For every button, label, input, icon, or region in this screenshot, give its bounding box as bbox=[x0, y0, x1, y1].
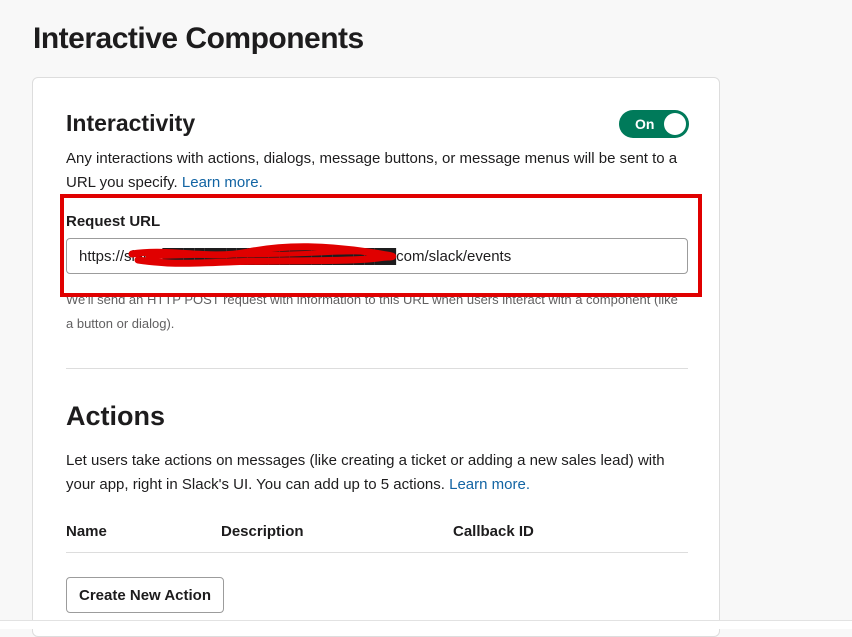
interactivity-description: Any interactions with actions, dialogs, … bbox=[66, 147, 686, 195]
toggle-knob bbox=[664, 113, 686, 135]
toggle-label: On bbox=[635, 116, 655, 132]
column-header-callback-id: Callback ID bbox=[453, 523, 534, 540]
actions-description-text: Let users take actions on messages (like… bbox=[66, 452, 665, 493]
request-url-label: Request URL bbox=[66, 213, 161, 230]
column-header-name: Name bbox=[66, 523, 107, 540]
interactivity-learn-more-link[interactable]: Learn more. bbox=[182, 174, 263, 191]
page-title: Interactive Components bbox=[33, 22, 364, 55]
actions-title: Actions bbox=[66, 401, 166, 431]
request-url-input[interactable] bbox=[66, 238, 688, 274]
interactivity-title: Interactivity bbox=[66, 110, 196, 136]
create-new-action-button[interactable]: Create New Action bbox=[66, 577, 224, 613]
interactivity-description-text: Any interactions with actions, dialogs, … bbox=[66, 150, 678, 191]
column-header-description: Description bbox=[221, 523, 304, 540]
section-divider bbox=[66, 368, 688, 369]
request-url-help: We'll send an HTTP POST request with inf… bbox=[66, 292, 678, 331]
interactive-components-card: Interactivity On Any interactions with a… bbox=[32, 77, 720, 637]
actions-description: Let users take actions on messages (like… bbox=[66, 449, 696, 497]
table-divider bbox=[66, 552, 688, 553]
interactivity-toggle[interactable]: On bbox=[619, 110, 689, 138]
actions-learn-more-link[interactable]: Learn more. bbox=[449, 476, 530, 493]
